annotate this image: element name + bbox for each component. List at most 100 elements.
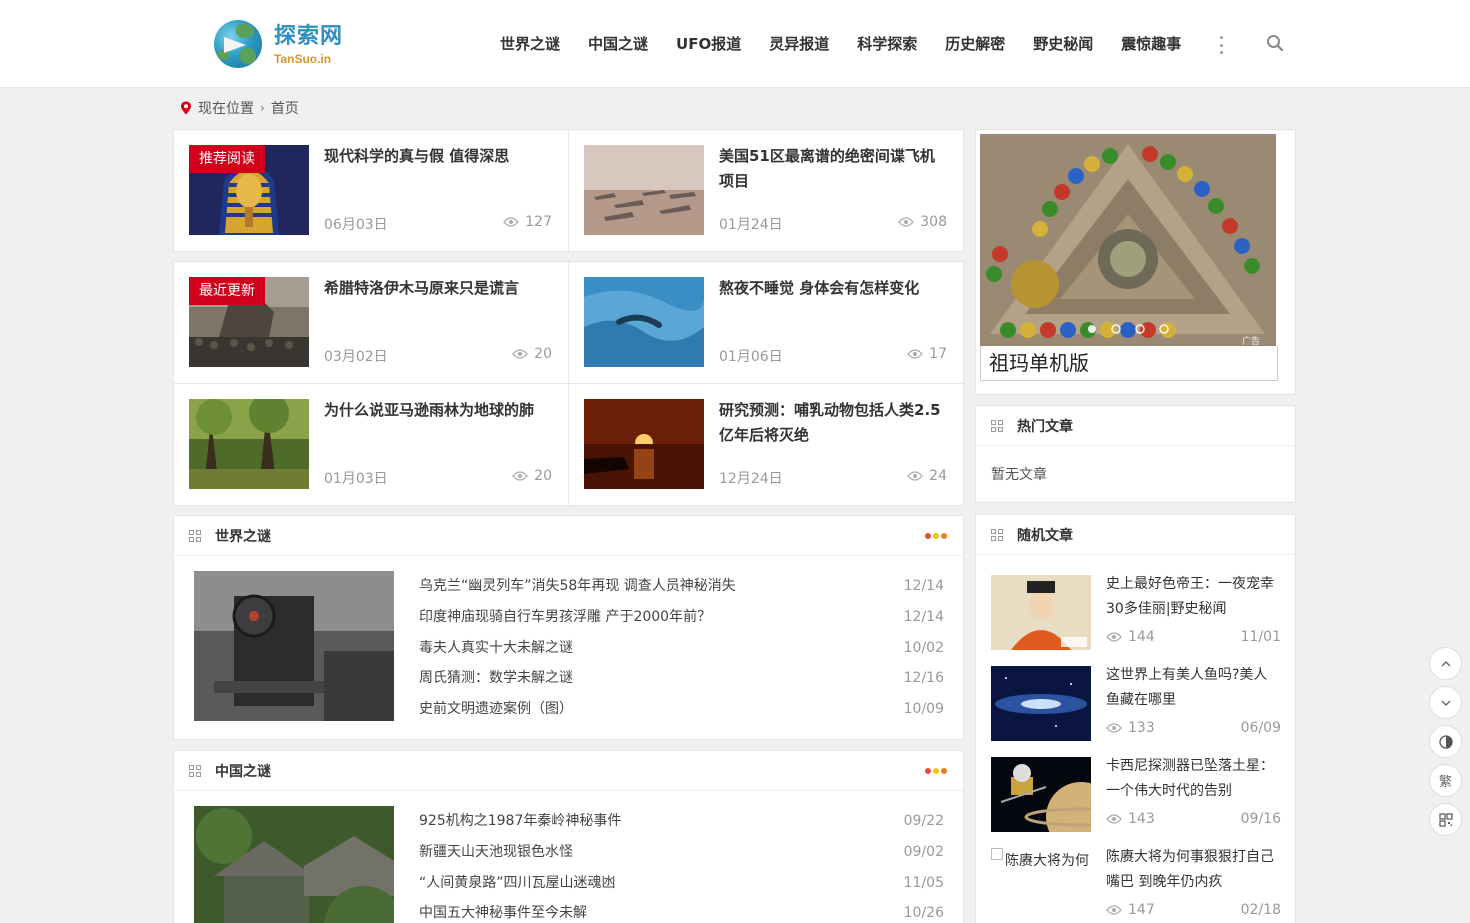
featured-card[interactable]: 熬夜不睡觉 身体会有怎样变化 01月06日 17 [569, 262, 963, 382]
grid-icon [991, 420, 1003, 432]
article-list: 乌克兰“幽灵列车”消失58年再现 调查人员神秘消失 12/14 印度神庙现骑自行车… [419, 574, 944, 728]
ad-caption[interactable]: 祖玛单机版 [980, 346, 1278, 381]
list-item[interactable]: 周氏猜测：数学未解之谜 12/16 [419, 666, 944, 697]
qrcode-button[interactable] [1429, 803, 1462, 836]
ad-banner[interactable]: 广告 [980, 134, 1276, 346]
featured-thumbnail[interactable] [189, 399, 309, 489]
nav-item-china[interactable]: 中国之谜 [588, 30, 648, 58]
list-item[interactable]: 中国五大神秘事件至今未解 10/26 [419, 901, 944, 923]
eye-icon [503, 217, 520, 227]
random-article[interactable]: 史上最好色帝王：一夜宠幸30多佳丽|野史秘闻 144 11/01 [991, 575, 1281, 651]
chevron-down-icon [1441, 700, 1450, 706]
logo-title: 探索网 [274, 24, 344, 49]
article-title[interactable]: 史上最好色帝王：一夜宠幸30多佳丽|野史秘闻 [1106, 572, 1281, 622]
featured-title[interactable]: 熬夜不睡觉 身体会有怎样变化 [719, 276, 949, 301]
ad-mark: 广告 [1241, 337, 1260, 346]
random-article[interactable]: 卡西尼探测器已坠落土星：一个伟大时代的告别 143 09/16 [991, 757, 1281, 833]
list-item[interactable]: 乌克兰“幽灵列车”消失58年再现 调查人员神秘消失 12/14 [419, 574, 944, 605]
random-article[interactable]: 陈赓大将为何 陈赓大将为何事狠狠打自己嘴巴 到晚年仍内疚 147 02/18 [991, 848, 1281, 923]
eye-icon [898, 217, 915, 227]
featured-card[interactable]: 美国51区最离谱的绝密间谍飞机项目 01月24日 308 [569, 130, 963, 250]
featured-title[interactable]: 现代科学的真与假 值得深思 [324, 144, 554, 169]
article-title[interactable]: 这世界上有美人鱼吗?美人鱼藏在哪里 [1106, 663, 1281, 713]
section-title: 随机文章 [1017, 528, 1073, 544]
list-item[interactable]: 毒夫人真实十大未解之谜 10/02 [419, 636, 944, 667]
section-world-mysteries: 世界之谜 乌克兰“幽灵列车”消失58年再现 调查人员神秘消失 12/14 印度神庙… [173, 515, 964, 740]
section-title: 热门文章 [1017, 419, 1073, 435]
location-pin-icon [181, 101, 191, 115]
random-article[interactable]: 这世界上有美人鱼吗?美人鱼藏在哪里 133 06/09 [991, 666, 1281, 742]
featured-date: 01月24日 [719, 217, 783, 233]
article-thumbnail[interactable] [991, 666, 1091, 741]
eye-icon [1106, 632, 1122, 642]
article-title[interactable]: 陈赓大将为何事狠狠打自己嘴巴 到晚年仍内疚 [1106, 845, 1281, 895]
grid-icon [189, 765, 201, 777]
featured-title[interactable]: 为什么说亚马逊雨林为地球的肺 [324, 398, 554, 423]
list-item[interactable]: 印度神庙现骑自行车男孩浮雕 产于2000年前？ 12/14 [419, 605, 944, 636]
nav-item-ufo[interactable]: UFO报道 [676, 30, 741, 58]
site-logo[interactable]: 探索网 TanSuo.in [178, 14, 398, 72]
article-title[interactable]: 卡西尼探测器已坠落土星：一个伟大时代的告别 [1106, 754, 1281, 804]
section-title: 中国之谜 [215, 764, 271, 780]
featured-card[interactable]: 推荐阅读 现代科学的真与假 值得深思 06月03日 127 [174, 130, 568, 250]
featured-title[interactable]: 研究预测：哺乳动物包括人类2.5亿年后将灭绝 [719, 398, 949, 448]
nav-item-paranormal[interactable]: 灵异报道 [769, 30, 829, 58]
section-image[interactable] [194, 571, 394, 721]
featured-date: 01月03日 [324, 471, 388, 487]
featured-title[interactable]: 希腊特洛伊木马原来只是谎言 [324, 276, 554, 301]
broken-image-icon [991, 848, 1003, 860]
nav-item-world[interactable]: 世界之谜 [500, 30, 560, 58]
breadcrumb-home[interactable]: 首页 [271, 98, 299, 118]
section-image[interactable] [194, 806, 394, 923]
list-item[interactable]: 新疆天山天池现银色水怪 09/02 [419, 840, 944, 871]
nav-item-shocking[interactable]: 震惊趣事 [1121, 30, 1181, 58]
featured-row-1: 推荐阅读 现代科学的真与假 值得深思 06月03日 127 美国51区最离谱的绝… [173, 129, 964, 252]
list-item[interactable]: “人间黄泉路”四川瓦屋山迷魂凼 11/05 [419, 871, 944, 902]
article-thumbnail[interactable] [991, 757, 1091, 832]
featured-card[interactable]: 为什么说亚马逊雨林为地球的肺 01月03日 20 [174, 384, 568, 504]
more-dots-icon[interactable] [923, 533, 947, 539]
chevron-up-icon [1441, 660, 1450, 666]
image-alt-text: 陈赓大将为何 [1005, 853, 1089, 869]
nav-item-science[interactable]: 科学探索 [857, 30, 917, 58]
section-header: 随机文章 [976, 515, 1295, 555]
featured-card[interactable]: 研究预测：哺乳动物包括人类2.5亿年后将灭绝 12月24日 24 [569, 384, 963, 504]
featured-thumbnail[interactable] [584, 145, 704, 235]
more-menu-icon[interactable] [1216, 36, 1226, 54]
nav-item-unofficial-history[interactable]: 野史秘闻 [1033, 30, 1093, 58]
featured-views: 308 [898, 214, 947, 230]
article-date: 06/09 [1240, 720, 1281, 736]
section-title: 世界之谜 [215, 529, 271, 545]
site-header: 探索网 TanSuo.in 世界之谜 中国之谜 UFO报道 灵异报道 科学探索 … [0, 0, 1470, 88]
article-views: 143 [1106, 811, 1155, 827]
list-item[interactable]: 925机构之1987年秦岭神秘事件 09/22 [419, 809, 944, 840]
grid-icon [189, 530, 201, 542]
eye-icon [512, 471, 529, 481]
scroll-top-button[interactable] [1429, 647, 1462, 680]
featured-row-2: 最近更新 希腊特洛伊木马原来只是谎言 03月02日 20 熬夜不睡觉 身体会有怎… [173, 261, 964, 506]
chevron-right-icon: › [260, 101, 265, 115]
traditional-chinese-button[interactable]: 繁 [1429, 764, 1462, 797]
more-dots-icon[interactable] [923, 768, 947, 774]
article-date: 09/16 [1240, 811, 1281, 827]
featured-views: 24 [907, 468, 947, 484]
featured-card[interactable]: 最近更新 希腊特洛伊木马原来只是谎言 03月02日 20 [174, 262, 568, 382]
sidebar-ad: 广告 祖玛单机版 [975, 129, 1296, 395]
eye-icon [907, 349, 924, 359]
article-thumbnail[interactable] [991, 575, 1091, 650]
featured-date: 06月03日 [324, 217, 388, 233]
featured-thumbnail[interactable] [584, 277, 704, 367]
nav-item-history[interactable]: 历史解密 [945, 30, 1005, 58]
breadcrumb: 现在位置 › 首页 [180, 98, 299, 118]
list-item[interactable]: 史前文明遗迹案例（图） 10/09 [419, 697, 944, 728]
featured-title[interactable]: 美国51区最离谱的绝密间谍飞机项目 [719, 144, 949, 194]
search-icon[interactable] [1266, 34, 1284, 52]
featured-thumbnail[interactable] [584, 399, 704, 489]
sidebar-hot-articles: 热门文章 暂无文章 [975, 405, 1296, 503]
scroll-bottom-button[interactable] [1429, 686, 1462, 719]
breadcrumb-label: 现在位置 [198, 101, 254, 117]
dark-mode-button[interactable] [1429, 725, 1462, 758]
eye-icon [1106, 905, 1122, 915]
featured-views: 17 [907, 346, 947, 362]
article-thumbnail-broken[interactable]: 陈赓大将为何 [991, 848, 1091, 923]
